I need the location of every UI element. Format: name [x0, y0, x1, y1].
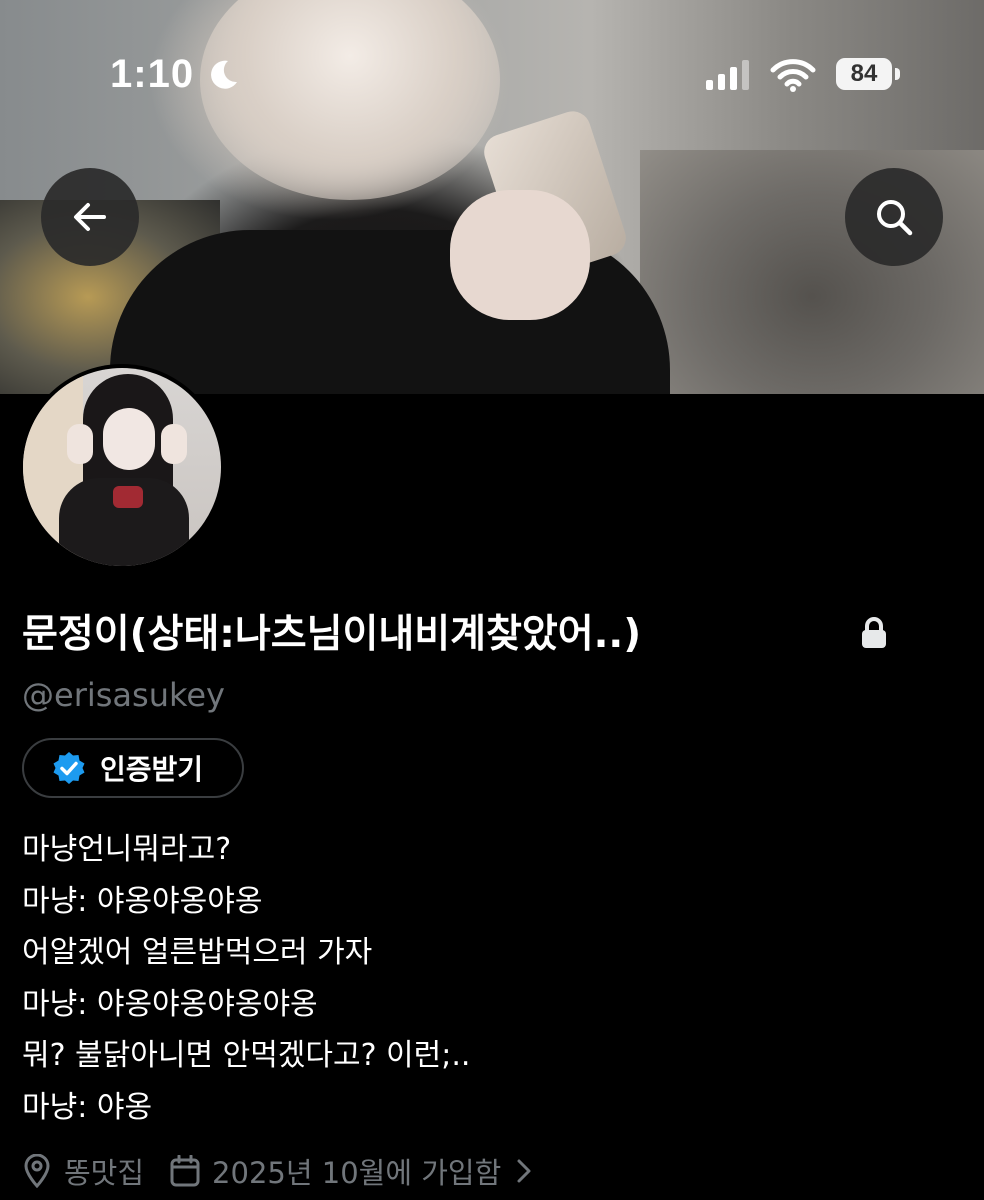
bio-line: 마냥: 야옹: [22, 1089, 153, 1125]
profile-handle: @erisasukey: [22, 676, 225, 714]
calendar-icon: [170, 1155, 200, 1187]
avatar[interactable]: [19, 364, 225, 570]
bio-line: 마냥: 야옹야옹야옹: [22, 883, 263, 919]
location-pin-icon: [24, 1154, 50, 1188]
back-button[interactable]: [41, 168, 139, 266]
battery-tip: [895, 68, 900, 80]
avatar-shape: [67, 424, 93, 464]
status-time: 1:10: [110, 52, 195, 96]
bio-line: 마냥언니뭐라고?: [22, 832, 232, 867]
avatar-image: [23, 368, 221, 566]
battery-percent: 84: [850, 60, 878, 87]
search-icon: [877, 200, 913, 236]
avatar-shape: [161, 424, 187, 464]
search-button[interactable]: [845, 168, 943, 266]
profile-joined-date[interactable]: 2025년 10월에 가입함: [212, 1150, 501, 1192]
verified-badge-icon: [53, 752, 85, 784]
wifi-icon: [770, 59, 816, 92]
get-verified-label: 인증받기: [100, 753, 204, 786]
bio-line: 마냥: 야옹야옹야옹야옹: [22, 986, 318, 1022]
bio-line: 뭐? 불닭아니면 안먹겠다고? 이런;..: [22, 1038, 471, 1073]
banner-shape: [200, 0, 500, 200]
avatar-shape: [113, 486, 143, 508]
bio-line: 어알겠어 얼른밥먹으러 가자: [22, 935, 373, 970]
chevron-right-icon[interactable]: [515, 1158, 533, 1184]
arrow-left-icon: [74, 203, 106, 231]
display-name: 문정이(상태:나츠님이내비계찾았어..): [22, 612, 642, 657]
lock-icon: [862, 617, 886, 648]
banner-shape: [450, 190, 590, 320]
profile-location: 똥맛집: [64, 1156, 145, 1190]
battery-icon: 84: [836, 58, 902, 92]
signal-icon: [706, 60, 749, 90]
profile-meta: 똥맛집 2025년 10월에 가입함: [22, 1148, 533, 1194]
moon-icon: [211, 60, 237, 89]
avatar-shape: [103, 408, 155, 470]
get-verified-button[interactable]: 인증받기: [22, 738, 244, 798]
profile-bio: 마냥언니뭐라고? 마냥: 야옹야옹야옹 어알겠어 얼른밥먹으러 가자 마냥: 야…: [22, 824, 470, 1133]
